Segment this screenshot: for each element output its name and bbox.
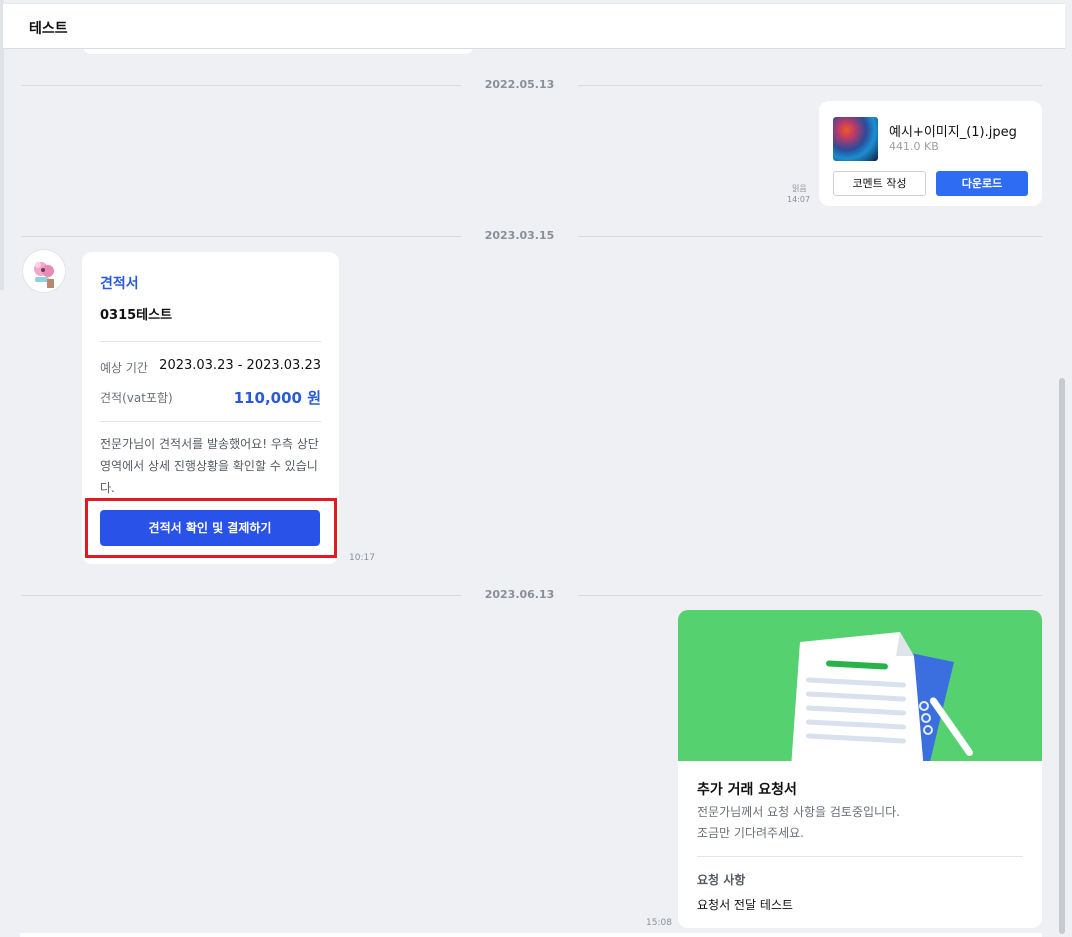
file-size: 441.0 KB (889, 140, 939, 153)
request-message-card: 추가 거래 요청서 전문가님께서 요청 사항을 검토중입니다. 조금만 기다려주… (678, 610, 1042, 928)
quote-notice: 전문가님이 견적서를 발송했어요! 우측 상단 영역에서 상세 진행상황을 확인… (100, 437, 319, 495)
download-button[interactable]: 다운로드 (936, 171, 1028, 196)
request-divider (697, 856, 1023, 857)
file-name: 예시+이미지_(1).jpeg (889, 125, 1017, 140)
request-description-line: 전문가님께서 요청 사항을 검토중입니다. (697, 805, 900, 819)
file-message-card: 예시+이미지_(1).jpeg 441.0 KB 코멘트 작성 다운로드 (819, 101, 1042, 206)
quote-message-time: 10:17 (349, 553, 375, 563)
file-message-time: 14:07 (787, 195, 811, 204)
quote-name: 0315테스트 (100, 308, 173, 323)
date-divider: 2023.03.15 (21, 229, 1042, 243)
chat-title: 테스트 (29, 21, 68, 37)
request-message-time: 15:08 (646, 918, 672, 928)
avatar-illustration-icon (23, 250, 65, 292)
quote-divider (100, 341, 321, 342)
period-value: 2023.03.23 - 2023.03.23 (159, 358, 321, 373)
price-value: 110,000 원 (233, 389, 321, 407)
quote-divider (100, 421, 321, 422)
highlight-box (85, 498, 337, 558)
document-illustration-icon (791, 632, 973, 761)
quote-title: 견적서 (100, 276, 139, 292)
request-items-value: 요청서 전달 테스트 (697, 898, 793, 912)
date-divider-label: 2023.06.13 (484, 588, 555, 601)
image-thumbnail[interactable] (833, 117, 878, 161)
date-divider: 2023.06.13 (21, 588, 1042, 602)
request-description: 전문가님께서 요청 사항을 검토중입니다. 조금만 기다려주세요. (697, 802, 1027, 844)
expert-avatar[interactable] (22, 249, 66, 293)
request-title: 추가 거래 요청서 (697, 782, 797, 798)
date-divider-label: 2023.03.15 (484, 229, 555, 242)
scrollbar-thumb[interactable] (1059, 378, 1065, 934)
date-divider: 2022.05.13 (21, 78, 1042, 92)
read-receipt: 읽음 (792, 184, 807, 193)
bottom-edge (20, 933, 1042, 937)
write-comment-button[interactable]: 코멘트 작성 (833, 171, 926, 196)
request-description-line: 조금만 기다려주세요. (697, 826, 804, 840)
request-hero (678, 610, 1042, 761)
chat-header: 테스트 (3, 3, 1065, 49)
date-divider-label: 2022.05.13 (484, 78, 555, 91)
price-label: 견적(vat포함) (100, 391, 173, 405)
request-items-label: 요청 사항 (697, 873, 746, 887)
period-label: 예상 기간 (100, 361, 148, 375)
